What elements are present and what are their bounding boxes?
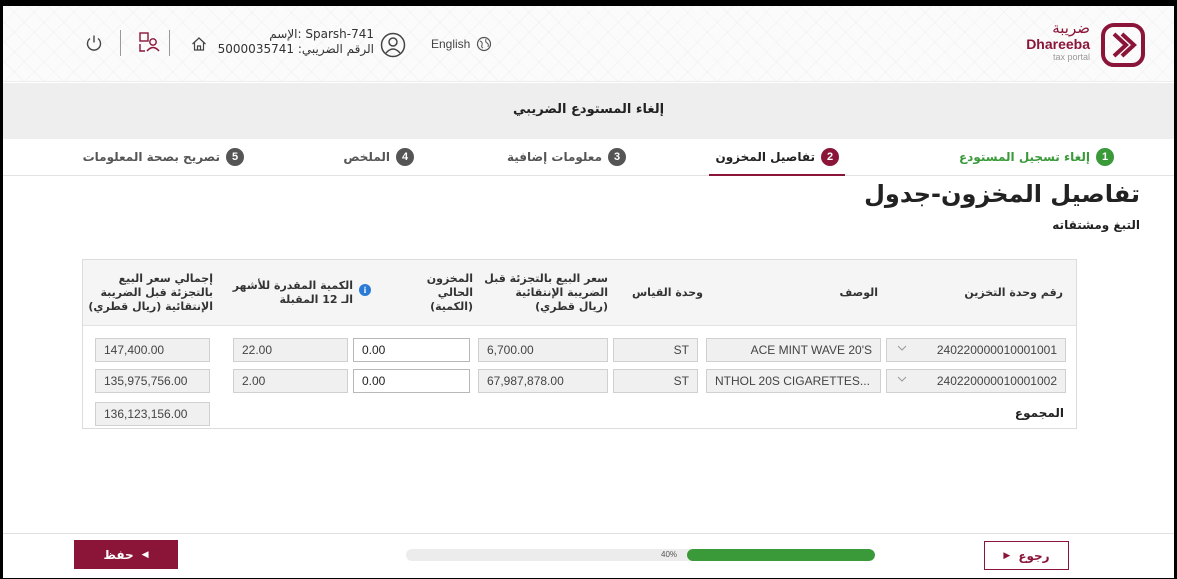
header-sku: رقم وحدة التخزين <box>964 286 1063 299</box>
step-number: 3 <box>608 148 626 166</box>
step-number: 2 <box>821 148 839 166</box>
table-header: رقم وحدة التخزين الوصف وحدة القياس سعر ا… <box>83 260 1076 326</box>
logo-text: ضريبة Dhareeba tax portal <box>1026 20 1090 62</box>
total-label: المجموع <box>1014 406 1064 420</box>
back-button[interactable]: ▶ رجوع <box>984 541 1069 570</box>
save-button[interactable]: حفظ ◀ <box>74 540 178 569</box>
step-label: تصريح بصحة المعلومات <box>82 150 220 164</box>
home-icon[interactable] <box>191 36 207 52</box>
power-icon[interactable] <box>85 34 103 52</box>
header-uom: وحدة القياس <box>631 286 703 299</box>
estimated-qty-field: 2.00 <box>233 369 348 393</box>
step-label: الملخص <box>343 150 390 164</box>
step-label: إلغاء تسجيل المستودع <box>958 150 1090 164</box>
sku-value: 240220000010001002 <box>936 374 1057 388</box>
user-info: الإسم: Sparsh-741 الرقم الضريبي: 5000035… <box>216 27 374 57</box>
user-name: الإسم: Sparsh-741 <box>269 27 374 41</box>
arrow-left-icon: ◀ <box>141 549 149 560</box>
active-step-underline <box>709 174 845 176</box>
stepper: 1 إلغاء تسجيل المستودع 2 تفاصيل المخزون … <box>3 140 1174 176</box>
title-band: إلغاء المستودع الضريبي <box>3 83 1174 139</box>
logo-icon[interactable] <box>1100 22 1146 68</box>
globe-icon <box>477 36 492 52</box>
header-divider <box>120 30 121 56</box>
logo-subtitle: tax portal <box>1052 52 1090 62</box>
step-number: 4 <box>396 148 414 166</box>
step-3[interactable]: 3 معلومات إضافية <box>507 148 626 166</box>
sku-select[interactable]: 240220000010001001 <box>886 338 1066 362</box>
footer-divider <box>3 533 1174 534</box>
current-stock-input[interactable]: 0.00 <box>353 338 470 362</box>
back-label: رجوع <box>1018 548 1050 563</box>
sku-select[interactable]: 240220000010001002 <box>886 369 1066 393</box>
users-icon[interactable] <box>138 31 160 53</box>
price-field: 67,987,878.00 <box>478 369 608 393</box>
progress-fill <box>687 549 875 561</box>
uom-field: ST <box>613 369 698 393</box>
step-1[interactable]: 1 إلغاء تسجيل المستودع <box>959 148 1114 166</box>
uom-field: ST <box>613 338 698 362</box>
step-number: 1 <box>1096 148 1114 166</box>
user-icon[interactable] <box>380 32 406 58</box>
step-4[interactable]: 4 الملخص <box>343 148 414 166</box>
step-label: تفاصيل المخزون <box>715 150 815 164</box>
header-divider <box>169 30 170 56</box>
app-frame: ضريبة Dhareeba tax portal English الإسم:… <box>3 6 1174 578</box>
header-description: الوصف <box>839 286 878 299</box>
total-price-field: 147,400.00 <box>95 338 210 362</box>
header-estimated-qty: الكمية المقدرة للأشهر الـ 12 المقبلة <box>232 279 353 306</box>
step-5[interactable]: 5 تصريح بصحة المعلومات <box>83 148 244 166</box>
inventory-table: رقم وحدة التخزين الوصف وحدة القياس سعر ا… <box>82 259 1077 429</box>
section-subheading: التبغ ومشتقاته <box>1052 218 1140 232</box>
chevron-down-icon <box>897 376 907 382</box>
description-field: ACE MINT WAVE 20'S <box>706 338 881 362</box>
price-field: 6,700.00 <box>478 338 608 362</box>
grand-total-field: 136,123,156.00 <box>95 402 210 426</box>
step-number: 5 <box>226 148 244 166</box>
page-title: إلغاء المستودع الضريبي <box>512 102 665 117</box>
arrow-right-icon: ▶ <box>1003 550 1011 561</box>
language-switch[interactable]: English <box>431 36 492 52</box>
progress-percent: 40% <box>661 550 678 559</box>
sku-value: 240220000010001001 <box>936 343 1057 357</box>
step-label: معلومات إضافية <box>506 150 602 164</box>
progress-bar: 40% <box>406 549 875 561</box>
chevron-down-icon <box>897 345 907 351</box>
logo-english: Dhareeba <box>1026 36 1090 52</box>
header-price: سعر البيع بالتجزئة قبل الضريبة الإنتقائي… <box>484 272 608 313</box>
info-icon[interactable]: i <box>359 284 371 296</box>
description-field: ...NTHOL 20S CIGARETTES <box>706 369 881 393</box>
logo-arabic: ضريبة <box>1052 19 1090 37</box>
save-label: حفظ <box>103 547 134 562</box>
current-stock-input[interactable]: 0.00 <box>353 369 470 393</box>
estimated-qty-field: 22.00 <box>233 338 348 362</box>
header-total-price: إجمالي سعر البيع بالتجزئة قبل الضريبة ال… <box>88 272 213 313</box>
header-current-stock: المخزون الحالي (الكمية) <box>426 272 473 313</box>
top-header: ضريبة Dhareeba tax portal English الإسم:… <box>3 6 1174 82</box>
section-heading: تفاصيل المخزون-جدول <box>864 180 1140 208</box>
tax-number: الرقم الضريبي: 5000035741 <box>217 42 374 56</box>
step-2[interactable]: 2 تفاصيل المخزون <box>715 148 839 166</box>
language-label: English <box>431 37 471 51</box>
total-price-field: 135,975,756.00 <box>95 369 210 393</box>
